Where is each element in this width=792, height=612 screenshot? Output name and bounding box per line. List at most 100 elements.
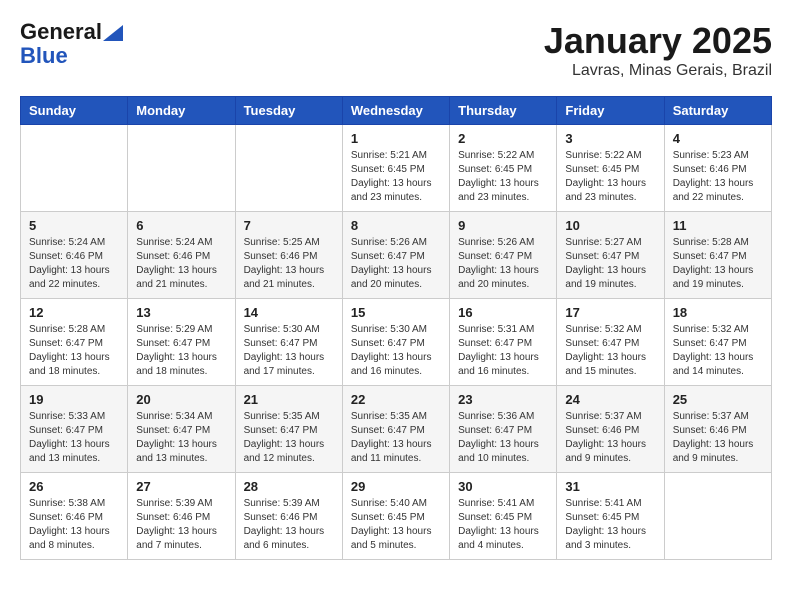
calendar-cell: 24 Sunrise: 5:37 AM Sunset: 6:46 PM Dayli… — [557, 386, 664, 473]
day-number: 11 — [673, 218, 763, 233]
weekday-header-tuesday: Tuesday — [235, 97, 342, 125]
weekday-header-friday: Friday — [557, 97, 664, 125]
day-number: 29 — [351, 479, 441, 494]
calendar-cell: 1 Sunrise: 5:21 AM Sunset: 6:45 PM Daylig… — [342, 125, 449, 212]
day-info: Sunrise: 5:22 AM Sunset: 6:45 PM Dayligh… — [565, 149, 655, 205]
day-info: Sunrise: 5:37 AM Sunset: 6:46 PM Dayligh… — [673, 410, 763, 466]
day-number: 9 — [458, 218, 548, 233]
calendar-cell: 14 Sunrise: 5:30 AM Sunset: 6:47 PM Dayli… — [235, 299, 342, 386]
day-number: 25 — [673, 392, 763, 407]
calendar-cell — [21, 125, 128, 212]
day-number: 22 — [351, 392, 441, 407]
calendar-cell: 29 Sunrise: 5:40 AM Sunset: 6:45 PM Dayli… — [342, 473, 449, 560]
location-title: Lavras, Minas Gerais, Brazil — [544, 62, 772, 80]
day-number: 7 — [244, 218, 334, 233]
weekday-header-monday: Monday — [128, 97, 235, 125]
calendar-cell: 27 Sunrise: 5:39 AM Sunset: 6:46 PM Dayli… — [128, 473, 235, 560]
day-number: 15 — [351, 305, 441, 320]
day-info: Sunrise: 5:30 AM Sunset: 6:47 PM Dayligh… — [244, 323, 334, 379]
calendar-cell: 8 Sunrise: 5:26 AM Sunset: 6:47 PM Daylig… — [342, 212, 449, 299]
logo-blue: Blue — [20, 44, 68, 68]
day-info: Sunrise: 5:26 AM Sunset: 6:47 PM Dayligh… — [351, 236, 441, 292]
day-info: Sunrise: 5:37 AM Sunset: 6:46 PM Dayligh… — [565, 410, 655, 466]
day-info: Sunrise: 5:33 AM Sunset: 6:47 PM Dayligh… — [29, 410, 119, 466]
calendar-cell: 22 Sunrise: 5:35 AM Sunset: 6:47 PM Dayli… — [342, 386, 449, 473]
day-info: Sunrise: 5:30 AM Sunset: 6:47 PM Dayligh… — [351, 323, 441, 379]
day-number: 23 — [458, 392, 548, 407]
day-info: Sunrise: 5:31 AM Sunset: 6:47 PM Dayligh… — [458, 323, 548, 379]
day-number: 17 — [565, 305, 655, 320]
day-number: 16 — [458, 305, 548, 320]
day-info: Sunrise: 5:35 AM Sunset: 6:47 PM Dayligh… — [244, 410, 334, 466]
day-number: 2 — [458, 131, 548, 146]
day-info: Sunrise: 5:39 AM Sunset: 6:46 PM Dayligh… — [136, 497, 226, 553]
calendar-cell: 26Sunrise: 5:38 AM Sunset: 6:46 PM Dayli… — [21, 473, 128, 560]
month-title: January 2025 — [544, 20, 772, 62]
day-info: Sunrise: 5:40 AM Sunset: 6:45 PM Dayligh… — [351, 497, 441, 553]
day-number: 8 — [351, 218, 441, 233]
day-number: 21 — [244, 392, 334, 407]
logo-icon — [103, 25, 123, 41]
day-info: Sunrise: 5:41 AM Sunset: 6:45 PM Dayligh… — [458, 497, 548, 553]
day-number: 13 — [136, 305, 226, 320]
day-number: 18 — [673, 305, 763, 320]
calendar-cell: 28 Sunrise: 5:39 AM Sunset: 6:46 PM Dayli… — [235, 473, 342, 560]
day-info: Sunrise: 5:29 AM Sunset: 6:47 PM Dayligh… — [136, 323, 226, 379]
calendar-cell — [235, 125, 342, 212]
day-info: Sunrise: 5:38 AM Sunset: 6:46 PM Dayligh… — [29, 497, 119, 553]
day-info: Sunrise: 5:34 AM Sunset: 6:47 PM Dayligh… — [136, 410, 226, 466]
day-info: Sunrise: 5:24 AM Sunset: 6:46 PM Dayligh… — [29, 236, 119, 292]
calendar: SundayMondayTuesdayWednesdayThursdayFrid… — [20, 96, 772, 560]
day-info: Sunrise: 5:24 AM Sunset: 6:46 PM Dayligh… — [136, 236, 226, 292]
header: General Blue January 2025 Lavras, Minas … — [20, 20, 772, 80]
calendar-cell: 30Sunrise: 5:41 AM Sunset: 6:45 PM Dayli… — [450, 473, 557, 560]
calendar-cell: 23 Sunrise: 5:36 AM Sunset: 6:47 PM Dayli… — [450, 386, 557, 473]
day-info: Sunrise: 5:23 AM Sunset: 6:46 PM Dayligh… — [673, 149, 763, 205]
week-row-5: 26Sunrise: 5:38 AM Sunset: 6:46 PM Dayli… — [21, 473, 772, 560]
day-info: Sunrise: 5:28 AM Sunset: 6:47 PM Dayligh… — [673, 236, 763, 292]
weekday-header-saturday: Saturday — [664, 97, 771, 125]
logo: General Blue — [20, 20, 123, 68]
title-area: January 2025 Lavras, Minas Gerais, Brazi… — [544, 20, 772, 80]
week-row-3: 12Sunrise: 5:28 AM Sunset: 6:47 PM Dayli… — [21, 299, 772, 386]
calendar-cell: 13 Sunrise: 5:29 AM Sunset: 6:47 PM Dayli… — [128, 299, 235, 386]
calendar-cell: 25 Sunrise: 5:37 AM Sunset: 6:46 PM Dayli… — [664, 386, 771, 473]
calendar-cell: 11 Sunrise: 5:28 AM Sunset: 6:47 PM Dayli… — [664, 212, 771, 299]
week-row-2: 5Sunrise: 5:24 AM Sunset: 6:46 PM Daylig… — [21, 212, 772, 299]
day-number: 1 — [351, 131, 441, 146]
weekday-header-row: SundayMondayTuesdayWednesdayThursdayFrid… — [21, 97, 772, 125]
day-number: 27 — [136, 479, 226, 494]
day-number: 28 — [244, 479, 334, 494]
calendar-cell — [128, 125, 235, 212]
calendar-cell: 3Sunrise: 5:22 AM Sunset: 6:45 PM Daylig… — [557, 125, 664, 212]
weekday-header-wednesday: Wednesday — [342, 97, 449, 125]
calendar-cell: 9Sunrise: 5:26 AM Sunset: 6:47 PM Daylig… — [450, 212, 557, 299]
calendar-cell: 17Sunrise: 5:32 AM Sunset: 6:47 PM Dayli… — [557, 299, 664, 386]
calendar-cell: 19Sunrise: 5:33 AM Sunset: 6:47 PM Dayli… — [21, 386, 128, 473]
calendar-cell: 5Sunrise: 5:24 AM Sunset: 6:46 PM Daylig… — [21, 212, 128, 299]
day-info: Sunrise: 5:35 AM Sunset: 6:47 PM Dayligh… — [351, 410, 441, 466]
day-info: Sunrise: 5:36 AM Sunset: 6:47 PM Dayligh… — [458, 410, 548, 466]
day-info: Sunrise: 5:25 AM Sunset: 6:46 PM Dayligh… — [244, 236, 334, 292]
day-info: Sunrise: 5:32 AM Sunset: 6:47 PM Dayligh… — [673, 323, 763, 379]
calendar-cell: 10 Sunrise: 5:27 AM Sunset: 6:47 PM Dayli… — [557, 212, 664, 299]
day-number: 20 — [136, 392, 226, 407]
calendar-cell: 31Sunrise: 5:41 AM Sunset: 6:45 PM Dayli… — [557, 473, 664, 560]
calendar-cell: 12Sunrise: 5:28 AM Sunset: 6:47 PM Dayli… — [21, 299, 128, 386]
day-number: 12 — [29, 305, 119, 320]
calendar-cell: 4Sunrise: 5:23 AM Sunset: 6:46 PM Daylig… — [664, 125, 771, 212]
day-number: 6 — [136, 218, 226, 233]
week-row-4: 19Sunrise: 5:33 AM Sunset: 6:47 PM Dayli… — [21, 386, 772, 473]
day-number: 14 — [244, 305, 334, 320]
weekday-header-thursday: Thursday — [450, 97, 557, 125]
day-info: Sunrise: 5:27 AM Sunset: 6:47 PM Dayligh… — [565, 236, 655, 292]
calendar-cell: 16 Sunrise: 5:31 AM Sunset: 6:47 PM Dayli… — [450, 299, 557, 386]
calendar-cell — [664, 473, 771, 560]
day-info: Sunrise: 5:21 AM Sunset: 6:45 PM Dayligh… — [351, 149, 441, 205]
day-number: 10 — [565, 218, 655, 233]
day-number: 24 — [565, 392, 655, 407]
weekday-header-sunday: Sunday — [21, 97, 128, 125]
calendar-cell: 18 Sunrise: 5:32 AM Sunset: 6:47 PM Dayli… — [664, 299, 771, 386]
day-info: Sunrise: 5:39 AM Sunset: 6:46 PM Dayligh… — [244, 497, 334, 553]
calendar-cell: 7 Sunrise: 5:25 AM Sunset: 6:46 PM Daylig… — [235, 212, 342, 299]
